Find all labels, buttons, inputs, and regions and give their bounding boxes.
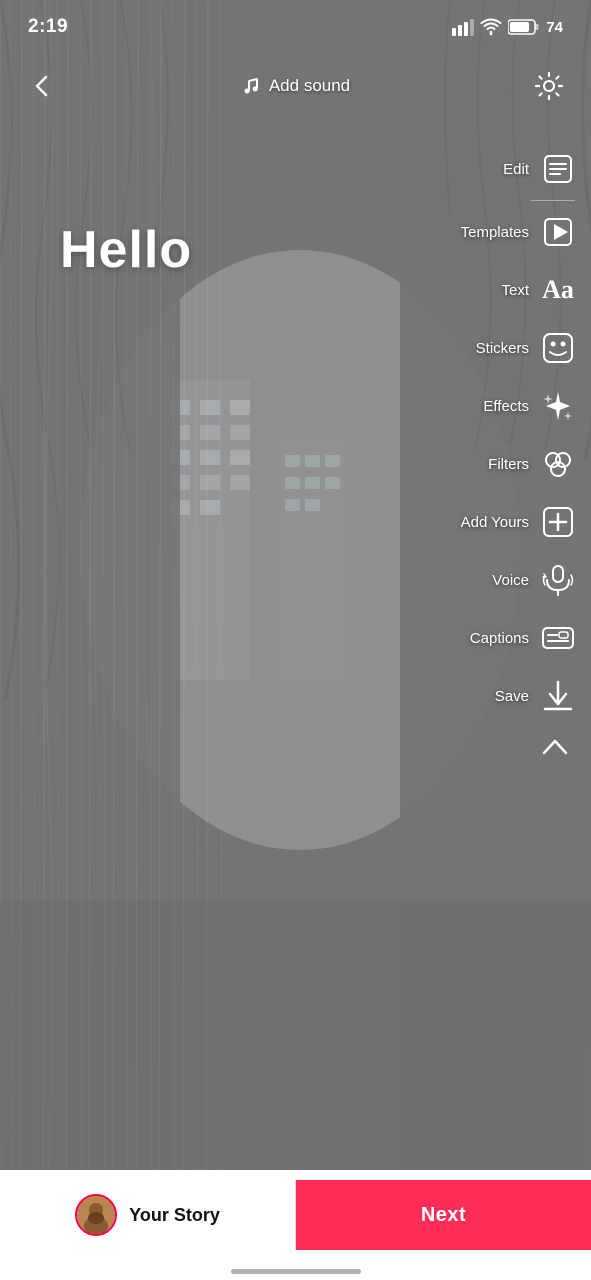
stickers-label: Stickers — [476, 340, 529, 357]
toolbar-item-edit[interactable]: Edit — [408, 140, 583, 198]
voice-label: Voice — [492, 572, 529, 589]
settings-gear-icon — [534, 71, 564, 101]
your-story-button[interactable]: Your Story — [0, 1180, 296, 1250]
home-indicator — [231, 1269, 361, 1274]
filters-icon — [539, 445, 577, 483]
toolbar-item-filters[interactable]: Filters — [408, 435, 583, 493]
effects-label: Effects — [483, 398, 529, 415]
battery-percent: 74 — [546, 19, 563, 36]
edit-icon — [539, 150, 577, 188]
templates-icon — [539, 213, 577, 251]
signal-icon — [452, 18, 474, 36]
status-time: 2:19 — [28, 16, 68, 38]
voice-microphone-icon — [539, 561, 577, 599]
captions-label: Captions — [470, 630, 529, 647]
add-sound-button[interactable]: Add sound — [241, 76, 350, 96]
next-label: Next — [421, 1204, 466, 1227]
avatar-image — [77, 1196, 115, 1234]
collapse-button[interactable] — [533, 725, 577, 769]
avatar-inner — [77, 1196, 115, 1234]
text-icon: Aa — [539, 271, 577, 309]
music-note-icon — [241, 76, 261, 96]
back-arrow-icon — [28, 72, 56, 100]
chevron-up-icon — [540, 737, 570, 757]
wifi-icon — [480, 18, 502, 36]
filters-label: Filters — [488, 456, 529, 473]
toolbar-item-templates[interactable]: Templates — [408, 203, 583, 261]
add-yours-icon — [539, 503, 577, 541]
back-button[interactable] — [20, 64, 64, 108]
stickers-icon — [539, 329, 577, 367]
battery-icon — [508, 18, 540, 36]
status-icons: 74 — [452, 18, 563, 36]
captions-icon — [539, 619, 577, 657]
header: Add sound — [0, 54, 591, 118]
effects-sparkle-icon — [539, 387, 577, 425]
toolbar-item-add-yours[interactable]: Add Yours — [408, 493, 583, 551]
edit-label: Edit — [503, 161, 529, 178]
next-button[interactable]: Next — [296, 1180, 591, 1250]
your-story-label: Your Story — [129, 1205, 220, 1226]
text-label: Text — [501, 282, 529, 299]
right-toolbar: Edit Templates Text Aa Stickers — [408, 140, 583, 769]
add-yours-label: Add Yours — [461, 514, 529, 531]
toolbar-item-effects[interactable]: Effects — [408, 377, 583, 435]
toolbar-item-voice[interactable]: Voice — [408, 551, 583, 609]
status-bar: 2:19 74 — [0, 0, 591, 54]
bottom-bar: Your Story Next — [0, 1170, 591, 1280]
save-label: Save — [495, 688, 529, 705]
toolbar-item-captions[interactable]: Captions — [408, 609, 583, 667]
add-sound-label: Add sound — [269, 76, 350, 96]
toolbar-item-save[interactable]: Save — [408, 667, 583, 725]
save-download-icon — [539, 677, 577, 715]
toolbar-divider — [531, 200, 575, 201]
toolbar-item-text[interactable]: Text Aa — [408, 261, 583, 319]
avatar — [75, 1194, 117, 1236]
canvas-text-hello[interactable]: Hello — [60, 220, 192, 280]
templates-label: Templates — [461, 224, 529, 241]
settings-button[interactable] — [527, 64, 571, 108]
toolbar-item-stickers[interactable]: Stickers — [408, 319, 583, 377]
